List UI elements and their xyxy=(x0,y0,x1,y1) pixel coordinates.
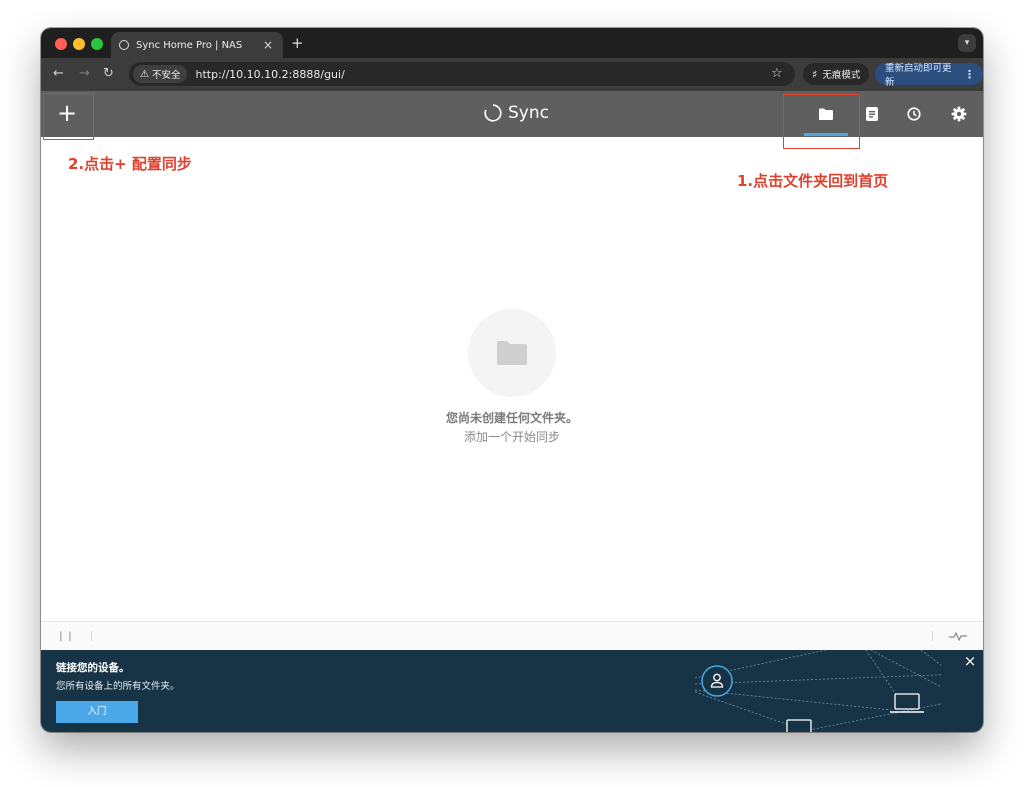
connect-devices-banner: 链接您的设备。 您所有设备上的所有文件夹。 入门 × xyxy=(41,650,983,732)
banner-text: 您所有设备上的所有文件夹。 xyxy=(56,681,180,692)
new-tab-button[interactable]: + xyxy=(291,33,304,53)
sync-logo-icon xyxy=(484,104,502,122)
log-icon[interactable] xyxy=(860,102,884,126)
empty-state-title: 您尚未创建任何文件夹。 xyxy=(445,411,578,425)
url-text[interactable]: http://10.10.10.2:8888/gui/ xyxy=(195,68,344,81)
sync-favicon-icon xyxy=(119,40,129,50)
brand-logo: Sync xyxy=(483,103,549,123)
annotation-step1: 1.点击文件夹回到首页 xyxy=(737,172,889,190)
security-label: 不安全 xyxy=(151,70,181,81)
warning-triangle-icon: ⚠ xyxy=(140,68,149,80)
browser-window: Sync Home Pro | NAS × + ▾ ← → ↻ ⚠ 不安全 ht… xyxy=(41,28,983,732)
banner-title: 链接您的设备。 xyxy=(56,662,130,674)
reload-icon[interactable]: ↻ xyxy=(103,65,114,83)
minimize-window-button[interactable] xyxy=(73,38,85,50)
incognito-label: 无痕模式 xyxy=(822,70,861,81)
back-arrow-icon[interactable]: ← xyxy=(53,65,64,83)
empty-state-circle xyxy=(468,309,556,397)
update-label: 重新启动即可更新 xyxy=(885,63,952,88)
tab-close-icon[interactable]: × xyxy=(261,38,275,52)
address-bar[interactable]: ⚠ 不安全 http://10.10.10.2:8888/gui/ xyxy=(129,62,795,86)
activity-pulse-icon[interactable] xyxy=(949,630,967,642)
empty-state-subtitle: 添加一个开始同步 xyxy=(463,430,560,444)
browser-toolbar: ← → ↻ ⚠ 不安全 http://10.10.10.2:8888/gui/ … xyxy=(41,58,983,91)
devices-network-illustration xyxy=(694,650,941,732)
pause-icon[interactable]: | | xyxy=(59,631,73,642)
folder-icon xyxy=(497,341,527,365)
annotation-box-add xyxy=(43,93,94,140)
laptop-icon xyxy=(894,693,920,710)
tab-title: Sync Home Pro | NAS xyxy=(136,39,243,51)
history-icon[interactable] xyxy=(902,102,926,126)
browser-tab[interactable]: Sync Home Pro | NAS × xyxy=(111,32,283,58)
tab-bar: Sync Home Pro | NAS × + ▾ xyxy=(41,28,983,58)
status-divider xyxy=(91,631,92,641)
forward-arrow-icon[interactable]: → xyxy=(79,65,90,83)
desktop-icon xyxy=(786,719,812,732)
bookmark-star-icon[interactable]: ☆ xyxy=(771,66,783,82)
close-window-button[interactable] xyxy=(55,38,67,50)
get-started-button[interactable]: 入门 xyxy=(56,701,138,723)
incognito-icon: ♯ xyxy=(812,67,818,81)
brand-name: Sync xyxy=(508,103,549,123)
incognito-indicator[interactable]: ♯ 无痕模式 xyxy=(803,63,870,85)
relaunch-update-button[interactable]: 重新启动即可更新 ⋮ xyxy=(875,63,983,88)
tab-search-chevron-icon[interactable]: ▾ xyxy=(958,34,976,52)
status-divider xyxy=(932,631,933,641)
annotation-step2: 2.点击+ 配置同步 xyxy=(68,155,192,173)
annotation-box-folders xyxy=(783,94,860,149)
status-bar: | | xyxy=(41,621,983,650)
settings-icon[interactable] xyxy=(947,102,971,126)
security-chip[interactable]: ⚠ 不安全 xyxy=(133,65,188,83)
close-banner-icon[interactable]: × xyxy=(961,652,979,670)
zoom-window-button[interactable] xyxy=(91,38,103,50)
more-menu-icon[interactable]: ⋮ xyxy=(964,68,975,81)
